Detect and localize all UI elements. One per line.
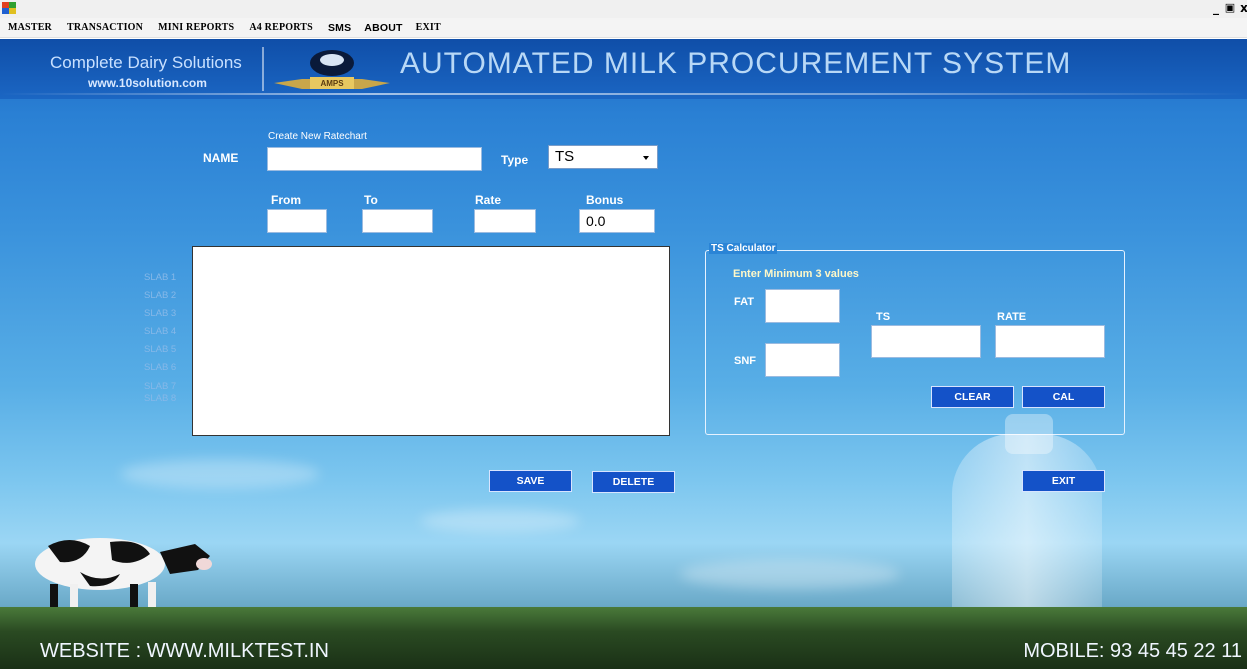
clear-button[interactable]: CLEAR [931, 386, 1014, 408]
menu-bar: MASTER TRANSACTION MINI REPORTS A4 REPOR… [0, 18, 1247, 38]
app-icon [2, 2, 16, 14]
slab-label: SLAB 3 [144, 308, 177, 319]
slab-label: SLAB 1 [144, 272, 177, 283]
slab-label: SLAB 4 [144, 326, 177, 337]
cow-image [35, 538, 212, 612]
rate-input[interactable] [474, 209, 536, 233]
menu-transaction[interactable]: TRANSACTION [67, 22, 143, 33]
rate-calc-label: RATE [997, 311, 1027, 323]
menu-exit[interactable]: EXIT [416, 22, 441, 33]
logo-text: AMPS [320, 79, 344, 88]
slab-label: SLAB 2 [144, 290, 177, 301]
main-area: Complete Dairy Solutions www.10solution.… [0, 39, 1247, 669]
menu-about[interactable]: ABOUT [364, 22, 402, 34]
rate-calc-input[interactable] [995, 325, 1105, 358]
footer-website: WEBSITE : WWW.MILKTEST.IN [40, 640, 329, 662]
ts-label: TS [876, 311, 891, 323]
chevron-down-icon [643, 156, 649, 160]
rate-label: Rate [475, 193, 502, 207]
menu-mini-reports[interactable]: MINI REPORTS [158, 22, 234, 33]
fat-input[interactable] [765, 289, 840, 323]
ts-input[interactable] [871, 325, 981, 358]
footer-mobile: MOBILE: 93 45 45 22 11 [1023, 640, 1242, 662]
restore-button[interactable]: ▣ [1224, 1, 1236, 15]
app-title: AUTOMATED MILK PROCUREMENT SYSTEM [400, 47, 1072, 80]
company-website: www.10solution.com [88, 76, 207, 90]
calculator-hint: Enter Minimum 3 values [733, 268, 859, 280]
slab-label: SLAB 7 [144, 381, 177, 392]
cal-button[interactable]: CAL [1022, 386, 1105, 408]
save-button[interactable]: SAVE [489, 470, 572, 492]
slab-label: SLAB 6 [144, 362, 177, 373]
type-label: Type [501, 153, 529, 167]
cloud-decoration [680, 559, 900, 589]
banner-divider [0, 93, 1247, 95]
cloud-decoration [420, 509, 580, 533]
banner-separator [262, 47, 264, 91]
minimize-button[interactable]: _ [1210, 1, 1222, 15]
slab-label: SLAB 8 [144, 393, 177, 404]
cloud-decoration [120, 459, 320, 489]
close-button[interactable]: x [1238, 1, 1247, 15]
menu-sms[interactable]: SMS [328, 22, 351, 34]
name-label: NAME [203, 151, 239, 165]
delete-button[interactable]: DELETE [592, 471, 675, 493]
fat-label: FAT [734, 296, 754, 308]
from-input[interactable] [267, 209, 327, 233]
slab-listbox[interactable] [192, 246, 670, 436]
type-select[interactable]: TS [548, 145, 658, 169]
snf-label: SNF [734, 355, 756, 367]
menu-master[interactable]: MASTER [8, 22, 52, 33]
company-name: Complete Dairy Solutions [50, 53, 242, 72]
exit-button[interactable]: EXIT [1022, 470, 1105, 492]
ts-calculator-title: TS Calculator [709, 243, 778, 254]
amps-logo: AMPS [274, 50, 390, 89]
from-label: From [271, 193, 301, 207]
title-bar: _ ▣ x [0, 0, 1247, 18]
bonus-input[interactable]: 0.0 [579, 209, 655, 233]
to-input[interactable] [362, 209, 433, 233]
snf-input[interactable] [765, 343, 840, 377]
menu-a4-reports[interactable]: A4 REPORTS [249, 22, 313, 33]
to-label: To [364, 193, 378, 207]
type-select-value: TS [555, 148, 575, 165]
section-title: Create New Ratechart [268, 131, 367, 142]
bonus-label: Bonus [586, 193, 624, 207]
name-input[interactable] [267, 147, 482, 171]
slab-label: SLAB 5 [144, 344, 177, 355]
